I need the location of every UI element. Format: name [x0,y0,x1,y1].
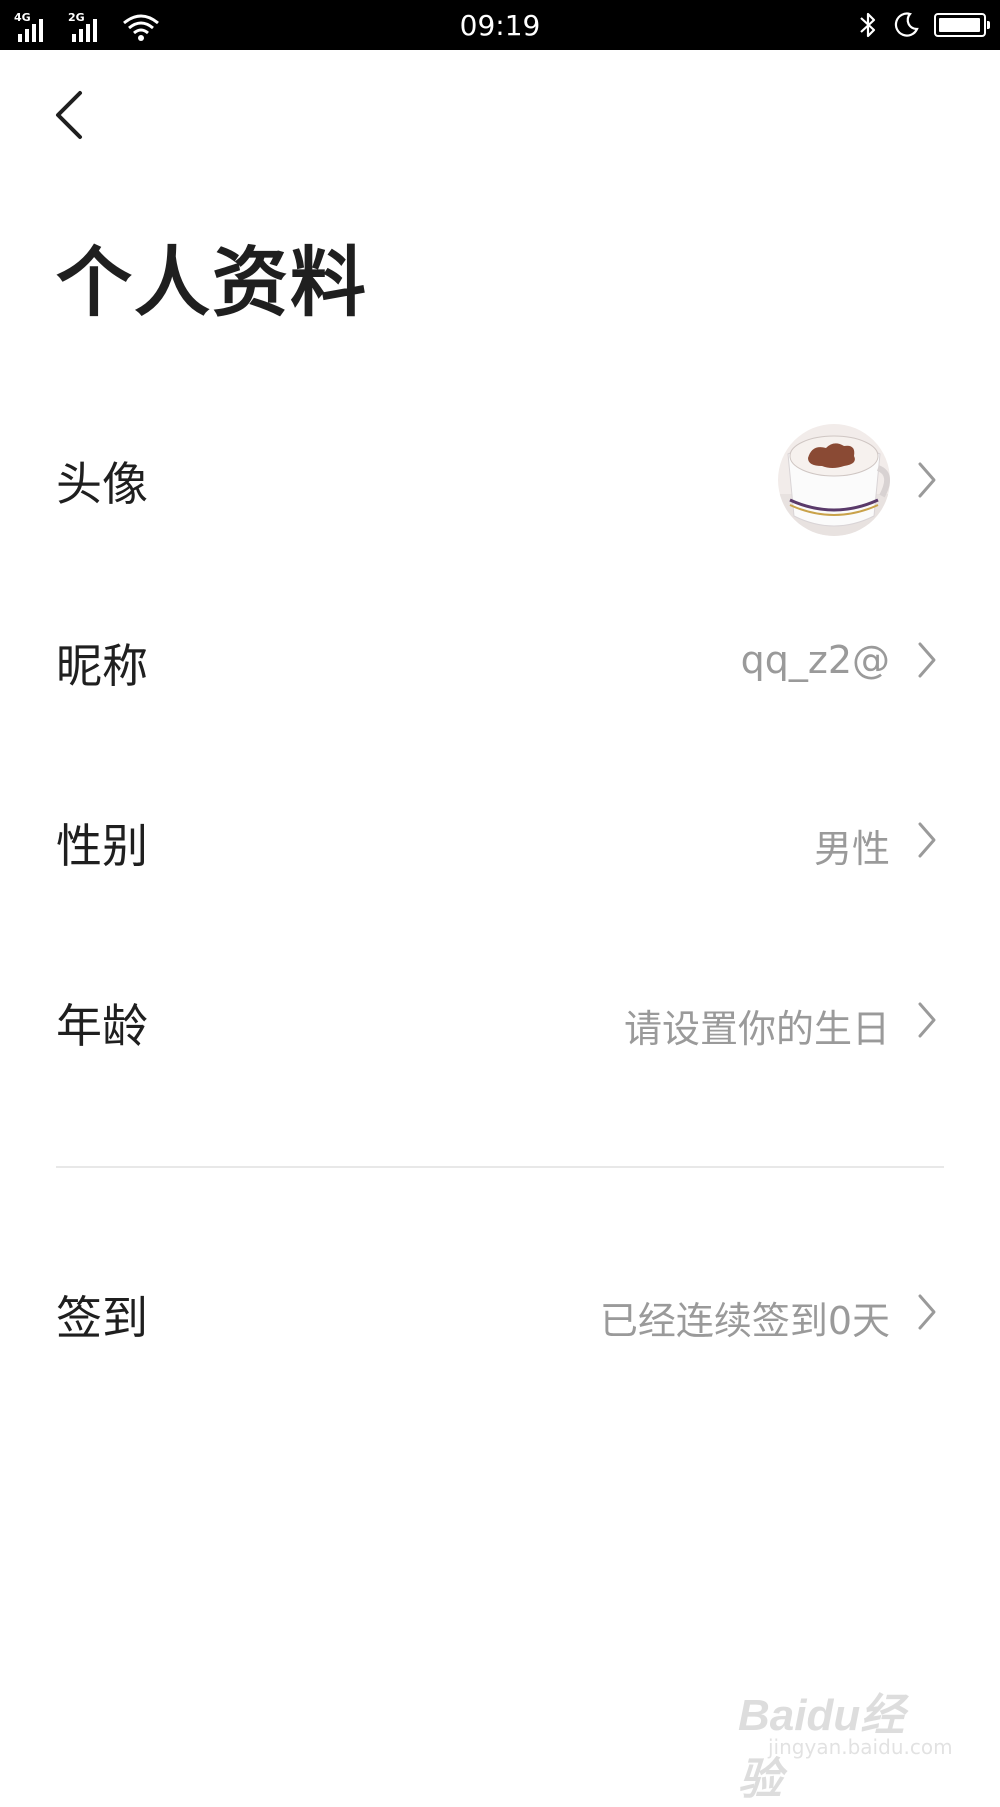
row-gender[interactable]: 性别 男性 [0,790,1000,890]
row-label: 头像 [56,457,148,511]
row-value: qq_z2@ [740,638,890,682]
status-right [858,8,990,42]
chevron-right-icon [918,1294,936,1330]
divider [56,1166,944,1168]
back-button[interactable] [46,85,96,145]
row-nickname[interactable]: 昵称 qq_z2@ [0,610,1000,710]
battery-icon [934,13,990,37]
bluetooth-icon [860,12,876,38]
row-label: 性别 [56,819,148,873]
row-value: 已经连续签到0天 [599,1299,890,1343]
chevron-right-icon [918,822,936,858]
chevron-right-icon [918,462,936,498]
moon-icon [894,12,919,37]
page-title: 个人资料 [56,238,368,327]
row-value: 男性 [813,827,890,871]
row-age[interactable]: 年龄 请设置你的生日 [0,970,1000,1070]
status-time: 09:19 [459,9,541,42]
row-label: 年龄 [56,999,148,1053]
row-label: 昵称 [56,639,148,693]
status-bar: 4G 2G 09:19 [0,0,1000,50]
row-value: 请设置你的生日 [623,1007,890,1051]
watermark-sub: jingyan.baidu.com [768,1735,953,1759]
avatar [778,424,890,536]
chevron-right-icon [918,642,936,678]
chevron-right-icon [918,1002,936,1038]
row-avatar[interactable]: 头像 [0,418,1000,542]
row-checkin[interactable]: 签到 已经连续签到0天 [0,1262,1000,1362]
chevron-left-icon [56,91,82,139]
watermark: Baidu经验 jingyan.baidu.com [738,1665,953,1804]
row-label: 签到 [56,1291,148,1345]
